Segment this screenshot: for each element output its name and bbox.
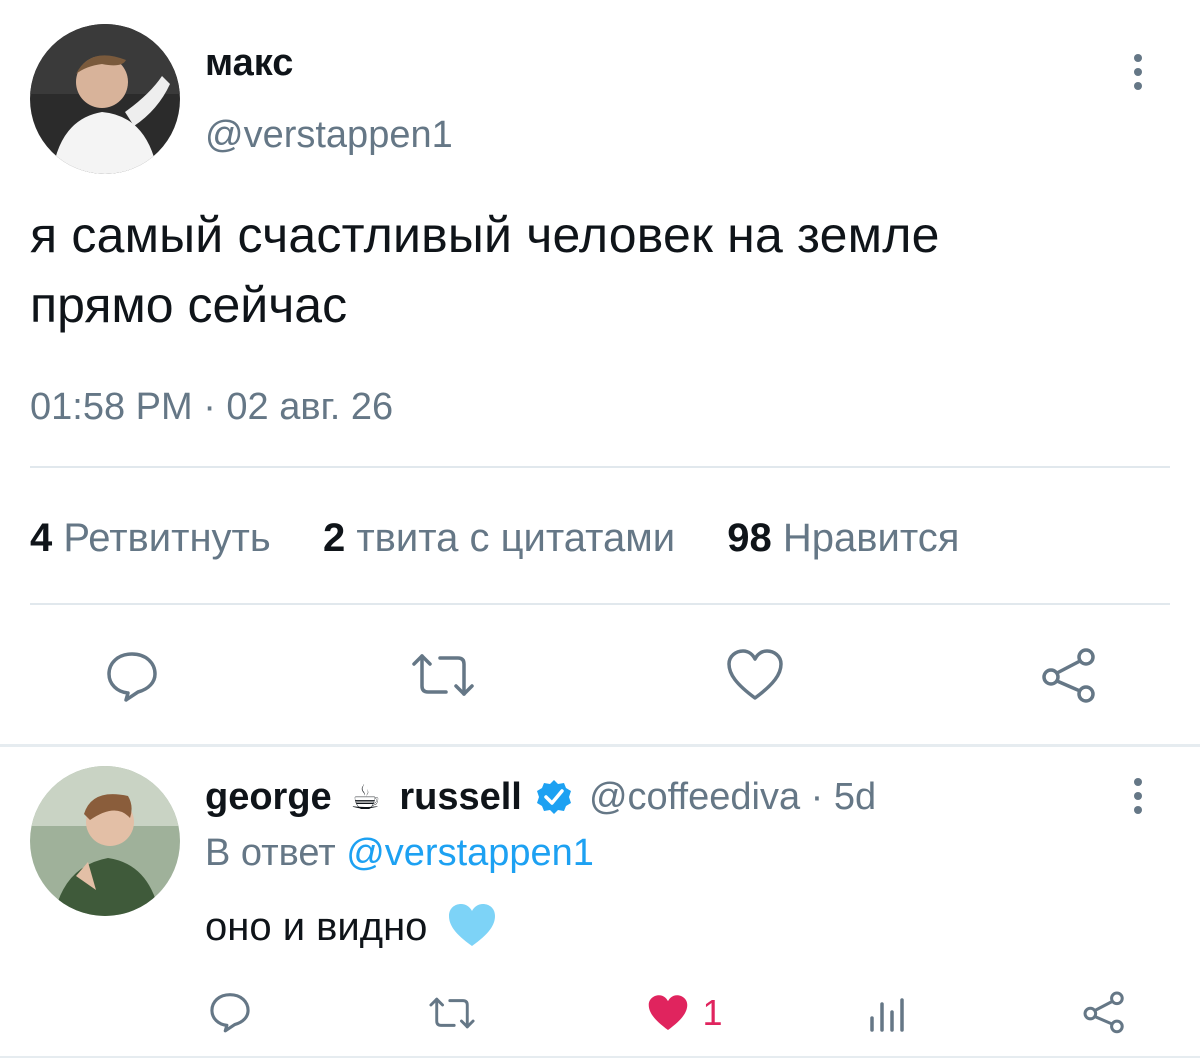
more-vertical-icon[interactable] (1124, 52, 1152, 92)
quotes-label: твита с цитатами (356, 516, 676, 560)
main-tweet-timestamp[interactable]: 01:58 PM · 02 авг. 26 (30, 386, 393, 429)
reply-tweet-header: george ☕ russell @coffeediva · 5d (205, 776, 876, 819)
reply-tweet-text-line: оно и видно (205, 902, 497, 950)
likes-label: Нравится (782, 516, 960, 560)
reply-author-name-first[interactable]: george (205, 776, 332, 818)
reply-icon[interactable] (104, 648, 160, 704)
verified-badge-icon (536, 779, 572, 815)
main-tweet-avatar[interactable] (30, 24, 180, 174)
analytics-icon[interactable] (866, 996, 906, 1032)
coffee-emoji: ☕ (350, 779, 381, 817)
divider-bottom (30, 603, 1170, 605)
reply-to-prefix: В ответ (205, 832, 336, 874)
main-tweet-text-line1: я самый счастливый человек на земле (30, 207, 940, 263)
retweets-stat[interactable]: 4 Ретвитнуть (30, 516, 282, 560)
reply-handle-time[interactable]: @coffeediva · 5d (589, 776, 876, 818)
blue-heart-emoji (447, 902, 497, 948)
reply-author-name-last[interactable]: russell (399, 776, 522, 818)
main-tweet-stats: 4 Ретвитнуть 2 твита с цитатами 98 Нрави… (30, 516, 959, 561)
share-icon[interactable] (1082, 990, 1126, 1034)
reply-to-handle-link[interactable]: @verstappen1 (346, 832, 594, 874)
reply-to-line: В ответ @verstappen1 (205, 832, 594, 875)
main-tweet-display-name[interactable]: макс (205, 42, 293, 85)
reply-tweet-text: оно и видно (205, 905, 428, 949)
main-tweet-text-line2: прямо сейчас (30, 277, 348, 333)
likes-stat[interactable]: 98 Нравится (727, 516, 959, 560)
retweets-label: Ретвитнуть (63, 516, 271, 560)
reply-tweet-avatar[interactable] (30, 766, 180, 916)
reply-like-count: 1 (702, 992, 723, 1033)
section-separator (0, 744, 1200, 747)
bottom-separator (0, 1056, 1200, 1058)
share-icon[interactable] (1040, 646, 1098, 704)
more-vertical-icon[interactable] (1124, 776, 1152, 816)
retweet-icon[interactable] (410, 650, 476, 700)
retweet-icon[interactable] (428, 994, 476, 1032)
quotes-count: 2 (322, 516, 346, 560)
quotes-stat[interactable]: 2 твита с цитатами (323, 516, 686, 560)
liked-heart-icon (646, 993, 690, 1033)
divider-top (30, 466, 1170, 468)
like-icon[interactable] (726, 648, 784, 702)
reply-like-button[interactable]: 1 (646, 992, 722, 1036)
main-tweet-handle[interactable]: @verstappen1 (205, 114, 453, 157)
likes-count: 98 (727, 516, 772, 560)
reply-icon[interactable] (208, 990, 252, 1034)
retweets-count: 4 (30, 516, 53, 560)
